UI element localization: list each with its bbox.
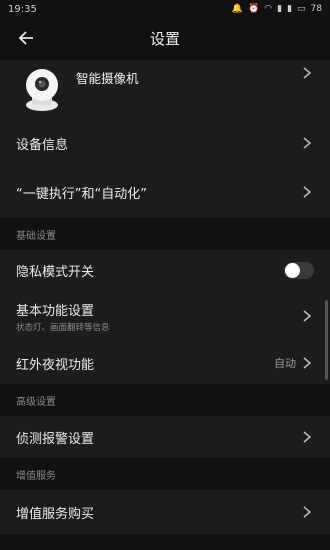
alarm-icon: ⏰ (248, 4, 260, 14)
scrollbar[interactable] (325, 300, 328, 380)
notification-icon: 🔔 (231, 4, 244, 14)
device-name: 智能摄像机 (76, 71, 139, 86)
device-row[interactable]: 智能摄像机 (0, 60, 330, 120)
infrared-row[interactable]: 红外夜视功能 自动 (0, 342, 330, 384)
infrared-right: 自动 (274, 355, 314, 371)
signal-icon-2: ▮ (287, 4, 293, 14)
automation-row[interactable]: “一键执行”和“自动化” (0, 166, 330, 218)
chevron-right-icon (300, 66, 314, 80)
chevron-right-icon (300, 505, 314, 519)
purchase-label: 增值服务购买 (16, 506, 95, 522)
basic-function-sub: 状态灯、画面翻转等信息 (16, 322, 110, 333)
device-info-label: 设备信息 (16, 137, 69, 153)
battery-icon: ▭ (297, 4, 306, 14)
detection-label: 侦测报警设置 (16, 431, 95, 447)
section-value-added: 增值服务 (0, 458, 330, 490)
basic-function-label: 基本功能设置 (16, 303, 95, 319)
privacy-toggle[interactable] (284, 261, 314, 279)
status-time: 19:35 (8, 3, 37, 15)
camera-image (18, 67, 68, 113)
status-icons: 🔔 ⏰ ◠ ▮ ▮ ▭ 78 (232, 4, 322, 14)
infrared-value: 自动 (274, 357, 296, 370)
privacy-row[interactable]: 隐私模式开关 (0, 250, 330, 290)
signal-icon: ▮ (277, 4, 283, 14)
detection-row[interactable]: 侦测报警设置 (0, 416, 330, 458)
wifi-icon: ◠ (264, 4, 273, 14)
section-advanced: 高级设置 (0, 384, 330, 416)
header: 设置 (0, 18, 330, 58)
device-info-row[interactable]: 设备信息 (0, 120, 330, 166)
basic-function-row[interactable]: 基本功能设置 状态灯、画面翻转等信息 (0, 290, 330, 342)
chevron-right-icon (300, 136, 314, 150)
status-bar: 19:35 🔔 ⏰ ◠ ▮ ▮ ▭ 78 (0, 0, 330, 18)
infrared-label: 红外夜视功能 (16, 357, 95, 373)
basic-function-text: 基本功能设置 状态灯、画面翻转等信息 (16, 300, 110, 333)
toggle-knob (285, 262, 300, 278)
privacy-label: 隐私模式开关 (16, 264, 95, 280)
chevron-right-icon (300, 356, 314, 370)
section-basic: 基础设置 (0, 218, 330, 250)
back-arrow-icon (18, 31, 33, 45)
chevron-right-icon (300, 430, 314, 444)
automation-label: “一键执行”和“自动化” (16, 186, 147, 202)
page-title: 设置 (149, 29, 180, 48)
battery-level: 78 (310, 4, 322, 14)
chevron-right-icon (300, 185, 314, 199)
chevron-right-icon (300, 309, 314, 323)
purchase-row[interactable]: 增值服务购买 (0, 490, 330, 534)
back-button[interactable] (14, 26, 38, 50)
